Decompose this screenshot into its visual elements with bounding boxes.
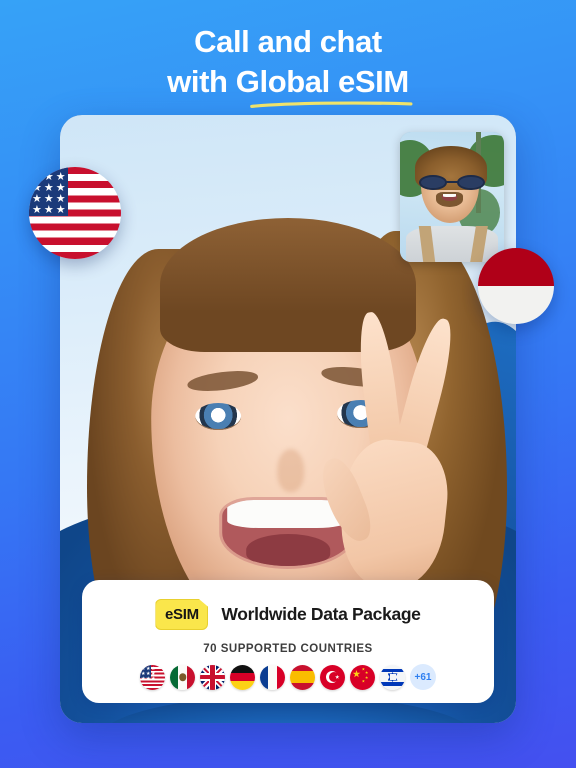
flag-china: [350, 664, 375, 690]
pip-video-tile[interactable]: [400, 132, 504, 262]
sunglass-lens-left: [418, 174, 447, 191]
eyebrow-left: [185, 367, 259, 394]
flag-germany: [230, 664, 255, 690]
flag-israel: [380, 664, 405, 690]
headline-line-2: with Global eSIM: [167, 62, 413, 109]
page-title: Call and chat with Global eSIM: [0, 22, 576, 109]
flag-spain: [290, 664, 315, 690]
esim-badge: eSIM: [155, 599, 209, 630]
tongue: [245, 534, 330, 567]
flag-france: [260, 664, 285, 690]
backpack-strap-left: [418, 225, 435, 262]
flag-united-kingdom: [200, 664, 225, 690]
supported-countries-label: 70 SUPPORTED COUNTRIES: [203, 643, 373, 655]
eye-left: [194, 402, 242, 430]
nose: [277, 449, 305, 493]
flag-united-states: ★★★ ★★★ ★★★: [140, 664, 165, 690]
package-title: Worldwide Data Package: [221, 604, 421, 624]
underline-stroke-icon: [250, 101, 413, 109]
headline-prefix: with: [167, 63, 236, 99]
floating-flag-united-states: ★★★ ★★★ ★★★ ★★★: [29, 167, 121, 259]
sunglass-lens-right: [457, 174, 486, 191]
video-call-card[interactable]: eSIM Worldwide Data Package 70 SUPPORTED…: [60, 115, 516, 723]
flag-mexico: [170, 664, 195, 690]
sunglass-bridge: [446, 180, 458, 183]
floating-flag-indonesia: [478, 248, 554, 324]
supported-flags-row: ★★★ ★★★ ★★★ +61: [82, 664, 494, 690]
esim-info-panel: eSIM Worldwide Data Package 70 SUPPORTED…: [82, 580, 494, 703]
package-header-row: eSIM Worldwide Data Package: [82, 580, 494, 630]
more-countries-badge[interactable]: +61: [410, 664, 436, 690]
sunglasses-icon: [418, 174, 486, 191]
flag-turkey: [320, 664, 345, 690]
headline-highlight: Global eSIM: [235, 63, 409, 99]
headline-line-1: Call and chat: [194, 24, 382, 59]
